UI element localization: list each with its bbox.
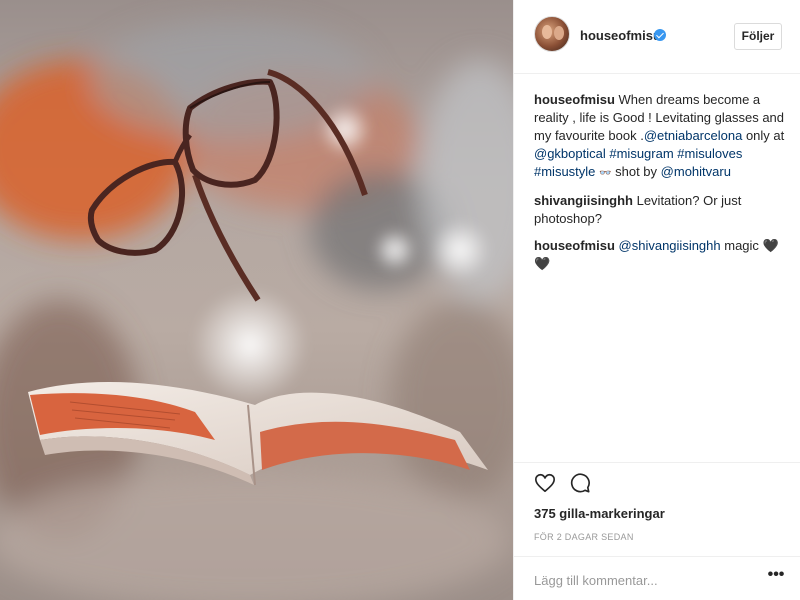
comment: shivangiisinghh Levitation? Or just phot… bbox=[534, 192, 789, 228]
following-button[interactable]: Följer bbox=[734, 23, 782, 50]
actions-divider bbox=[514, 462, 800, 463]
add-comment-bar: ••• bbox=[514, 556, 800, 600]
post-timestamp[interactable]: FÖR 2 DAGAR SEDAN bbox=[534, 532, 634, 542]
caption-username[interactable]: houseofmisu bbox=[534, 92, 615, 107]
mention-link[interactable]: @mohitvaru bbox=[661, 164, 731, 179]
hashtag-link[interactable]: #misuloves bbox=[677, 146, 742, 161]
author-username[interactable]: houseofmisu bbox=[580, 28, 661, 43]
caption-text: only at bbox=[745, 128, 785, 143]
post-header: houseofmisu Följer bbox=[514, 0, 800, 74]
levitating-glasses-book-image bbox=[0, 20, 513, 600]
caption-text: shot by bbox=[615, 164, 658, 179]
comment-text: magic bbox=[724, 238, 759, 253]
comment-username[interactable]: shivangiisinghh bbox=[534, 193, 633, 208]
mention-link[interactable]: @etniabarcelona bbox=[644, 128, 742, 143]
heart-icon[interactable] bbox=[534, 472, 556, 494]
glasses-emoji: 👓 bbox=[599, 168, 612, 179]
hashtag-link[interactable]: #misustyle bbox=[534, 164, 595, 179]
post-photo[interactable] bbox=[0, 0, 513, 600]
likes-count[interactable]: 375 gilla-markeringar bbox=[534, 506, 665, 521]
comment: houseofmisu @shivangiisinghh magic 🖤🖤 bbox=[534, 237, 789, 273]
add-comment-input[interactable] bbox=[534, 571, 754, 589]
caption: houseofmisu When dreams become a reality… bbox=[534, 91, 789, 183]
hashtag-link[interactable]: #misugram bbox=[609, 146, 673, 161]
avatar[interactable] bbox=[534, 16, 570, 52]
comment-username[interactable]: houseofmisu bbox=[534, 238, 615, 253]
mention-link[interactable]: @shivangiisinghh bbox=[619, 238, 721, 253]
comments-list: houseofmisu When dreams become a reality… bbox=[534, 91, 789, 282]
post-sidebar: houseofmisu Följer houseofmisu When drea… bbox=[513, 0, 800, 600]
more-options-icon[interactable]: ••• bbox=[766, 567, 786, 587]
verified-badge-icon bbox=[654, 29, 666, 41]
mention-link[interactable]: @gkboptical bbox=[534, 146, 606, 161]
comment-icon[interactable] bbox=[569, 472, 591, 494]
